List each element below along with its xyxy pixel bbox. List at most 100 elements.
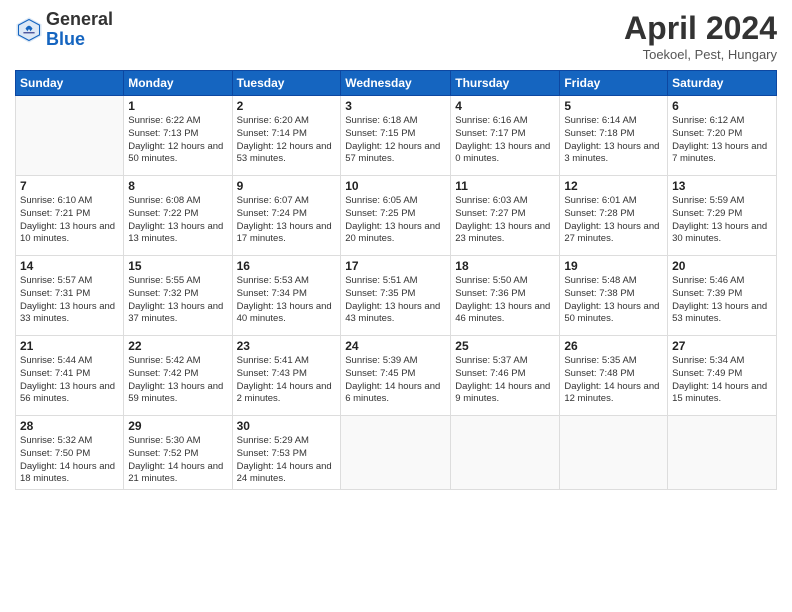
table-row: 28 Sunrise: 5:32 AMSunset: 7:50 PMDayligh… <box>16 416 124 490</box>
table-row: 13 Sunrise: 5:59 AMSunset: 7:29 PMDayligh… <box>668 176 777 256</box>
day-info: Sunrise: 6:01 AMSunset: 7:28 PMDaylight:… <box>564 195 663 246</box>
table-row: 20 Sunrise: 5:46 AMSunset: 7:39 PMDayligh… <box>668 256 777 336</box>
table-row: 15Sunrise: 5:55 AMSunset: 7:32 PMDayligh… <box>124 256 232 336</box>
day-info: Sunrise: 5:37 AMSunset: 7:46 PMDaylight:… <box>455 355 555 406</box>
day-number: 3 <box>345 99 446 113</box>
day-number: 6 <box>672 99 772 113</box>
day-number: 1 <box>128 99 227 113</box>
day-number: 18 <box>455 259 555 273</box>
day-number: 25 <box>455 339 555 353</box>
day-info: Sunrise: 5:42 AMSunset: 7:42 PMDaylight:… <box>128 355 227 406</box>
table-row: 30 Sunrise: 5:29 AMSunset: 7:53 PMDayligh… <box>232 416 341 490</box>
day-info: Sunrise: 5:32 AMSunset: 7:50 PMDaylight:… <box>20 435 119 486</box>
table-row <box>341 416 451 490</box>
day-info: Sunrise: 6:22 AMSunset: 7:13 PMDaylight:… <box>128 115 227 166</box>
month-title: April 2024 <box>624 10 777 47</box>
day-number: 12 <box>564 179 663 193</box>
logo: General Blue <box>15 10 113 50</box>
day-number: 10 <box>345 179 446 193</box>
day-number: 5 <box>564 99 663 113</box>
day-info: Sunrise: 5:44 AMSunset: 7:41 PMDaylight:… <box>20 355 119 406</box>
day-info: Sunrise: 5:46 AMSunset: 7:39 PMDaylight:… <box>672 275 772 326</box>
table-row: 22 Sunrise: 5:42 AMSunset: 7:42 PMDayligh… <box>124 336 232 416</box>
col-header-wednesday: Wednesday <box>341 71 451 96</box>
table-row: 18 Sunrise: 5:50 AMSunset: 7:36 PMDayligh… <box>451 256 560 336</box>
table-row: 16 Sunrise: 5:53 AMSunset: 7:34 PMDayligh… <box>232 256 341 336</box>
page: General Blue April 2024 Toekoel, Pest, H… <box>0 0 792 612</box>
day-number: 22 <box>128 339 227 353</box>
day-info: Sunrise: 5:29 AMSunset: 7:53 PMDaylight:… <box>237 435 337 486</box>
day-info: Sunrise: 5:35 AMSunset: 7:48 PMDaylight:… <box>564 355 663 406</box>
day-number: 19 <box>564 259 663 273</box>
day-number: 7 <box>20 179 119 193</box>
table-row: 1 Sunrise: 6:22 AMSunset: 7:13 PMDaylight… <box>124 96 232 176</box>
day-number: 4 <box>455 99 555 113</box>
day-info: Sunrise: 6:16 AMSunset: 7:17 PMDaylight:… <box>455 115 555 166</box>
table-row: 9 Sunrise: 6:07 AMSunset: 7:24 PMDaylight… <box>232 176 341 256</box>
table-row: 23 Sunrise: 5:41 AMSunset: 7:43 PMDayligh… <box>232 336 341 416</box>
table-row: 19 Sunrise: 5:48 AMSunset: 7:38 PMDayligh… <box>560 256 668 336</box>
logo-general: General <box>46 9 113 29</box>
logo-icon <box>15 16 43 44</box>
col-header-saturday: Saturday <box>668 71 777 96</box>
table-row: 2Sunrise: 6:20 AMSunset: 7:14 PMDaylight… <box>232 96 341 176</box>
day-number: 14 <box>20 259 119 273</box>
table-row: 8 Sunrise: 6:08 AMSunset: 7:22 PMDaylight… <box>124 176 232 256</box>
day-number: 15 <box>128 259 227 273</box>
day-number: 21 <box>20 339 119 353</box>
table-row: 27Sunrise: 5:34 AMSunset: 7:49 PMDayligh… <box>668 336 777 416</box>
day-info: Sunrise: 6:20 AMSunset: 7:14 PMDaylight:… <box>237 115 337 166</box>
table-row: 3Sunrise: 6:18 AMSunset: 7:15 PMDaylight… <box>341 96 451 176</box>
table-row <box>16 96 124 176</box>
table-row <box>451 416 560 490</box>
day-number: 8 <box>128 179 227 193</box>
title-block: April 2024 Toekoel, Pest, Hungary <box>624 10 777 62</box>
table-row: 5Sunrise: 6:14 AMSunset: 7:18 PMDaylight… <box>560 96 668 176</box>
day-number: 16 <box>237 259 337 273</box>
table-row: 12 Sunrise: 6:01 AMSunset: 7:28 PMDayligh… <box>560 176 668 256</box>
calendar-table: SundayMondayTuesdayWednesdayThursdayFrid… <box>15 70 777 490</box>
day-info: Sunrise: 5:53 AMSunset: 7:34 PMDaylight:… <box>237 275 337 326</box>
day-info: Sunrise: 5:30 AMSunset: 7:52 PMDaylight:… <box>128 435 227 486</box>
day-info: Sunrise: 5:48 AMSunset: 7:38 PMDaylight:… <box>564 275 663 326</box>
day-number: 13 <box>672 179 772 193</box>
table-row: 10 Sunrise: 6:05 AMSunset: 7:25 PMDayligh… <box>341 176 451 256</box>
day-number: 11 <box>455 179 555 193</box>
day-number: 30 <box>237 419 337 433</box>
table-row: 26 Sunrise: 5:35 AMSunset: 7:48 PMDayligh… <box>560 336 668 416</box>
table-row: 29Sunrise: 5:30 AMSunset: 7:52 PMDayligh… <box>124 416 232 490</box>
day-number: 24 <box>345 339 446 353</box>
day-info: Sunrise: 5:34 AMSunset: 7:49 PMDaylight:… <box>672 355 772 406</box>
col-header-sunday: Sunday <box>16 71 124 96</box>
day-info: Sunrise: 6:10 AMSunset: 7:21 PMDaylight:… <box>20 195 119 246</box>
day-info: Sunrise: 6:05 AMSunset: 7:25 PMDaylight:… <box>345 195 446 246</box>
table-row: 17 Sunrise: 5:51 AMSunset: 7:35 PMDayligh… <box>341 256 451 336</box>
day-info: Sunrise: 5:59 AMSunset: 7:29 PMDaylight:… <box>672 195 772 246</box>
day-number: 23 <box>237 339 337 353</box>
day-info: Sunrise: 5:57 AMSunset: 7:31 PMDaylight:… <box>20 275 119 326</box>
day-number: 28 <box>20 419 119 433</box>
table-row: 25 Sunrise: 5:37 AMSunset: 7:46 PMDayligh… <box>451 336 560 416</box>
day-info: Sunrise: 5:50 AMSunset: 7:36 PMDaylight:… <box>455 275 555 326</box>
col-header-friday: Friday <box>560 71 668 96</box>
day-number: 9 <box>237 179 337 193</box>
day-info: Sunrise: 5:41 AMSunset: 7:43 PMDaylight:… <box>237 355 337 406</box>
day-number: 20 <box>672 259 772 273</box>
day-info: Sunrise: 5:51 AMSunset: 7:35 PMDaylight:… <box>345 275 446 326</box>
day-info: Sunrise: 5:39 AMSunset: 7:45 PMDaylight:… <box>345 355 446 406</box>
day-number: 26 <box>564 339 663 353</box>
col-header-thursday: Thursday <box>451 71 560 96</box>
day-info: Sunrise: 6:03 AMSunset: 7:27 PMDaylight:… <box>455 195 555 246</box>
header: General Blue April 2024 Toekoel, Pest, H… <box>15 10 777 62</box>
table-row: 24 Sunrise: 5:39 AMSunset: 7:45 PMDayligh… <box>341 336 451 416</box>
col-header-monday: Monday <box>124 71 232 96</box>
day-number: 17 <box>345 259 446 273</box>
day-info: Sunrise: 6:07 AMSunset: 7:24 PMDaylight:… <box>237 195 337 246</box>
table-row: 14 Sunrise: 5:57 AMSunset: 7:31 PMDayligh… <box>16 256 124 336</box>
day-info: Sunrise: 6:08 AMSunset: 7:22 PMDaylight:… <box>128 195 227 246</box>
table-row <box>668 416 777 490</box>
table-row: 21 Sunrise: 5:44 AMSunset: 7:41 PMDayligh… <box>16 336 124 416</box>
table-row: 6Sunrise: 6:12 AMSunset: 7:20 PMDaylight… <box>668 96 777 176</box>
table-row: 7 Sunrise: 6:10 AMSunset: 7:21 PMDaylight… <box>16 176 124 256</box>
table-row: 11 Sunrise: 6:03 AMSunset: 7:27 PMDayligh… <box>451 176 560 256</box>
